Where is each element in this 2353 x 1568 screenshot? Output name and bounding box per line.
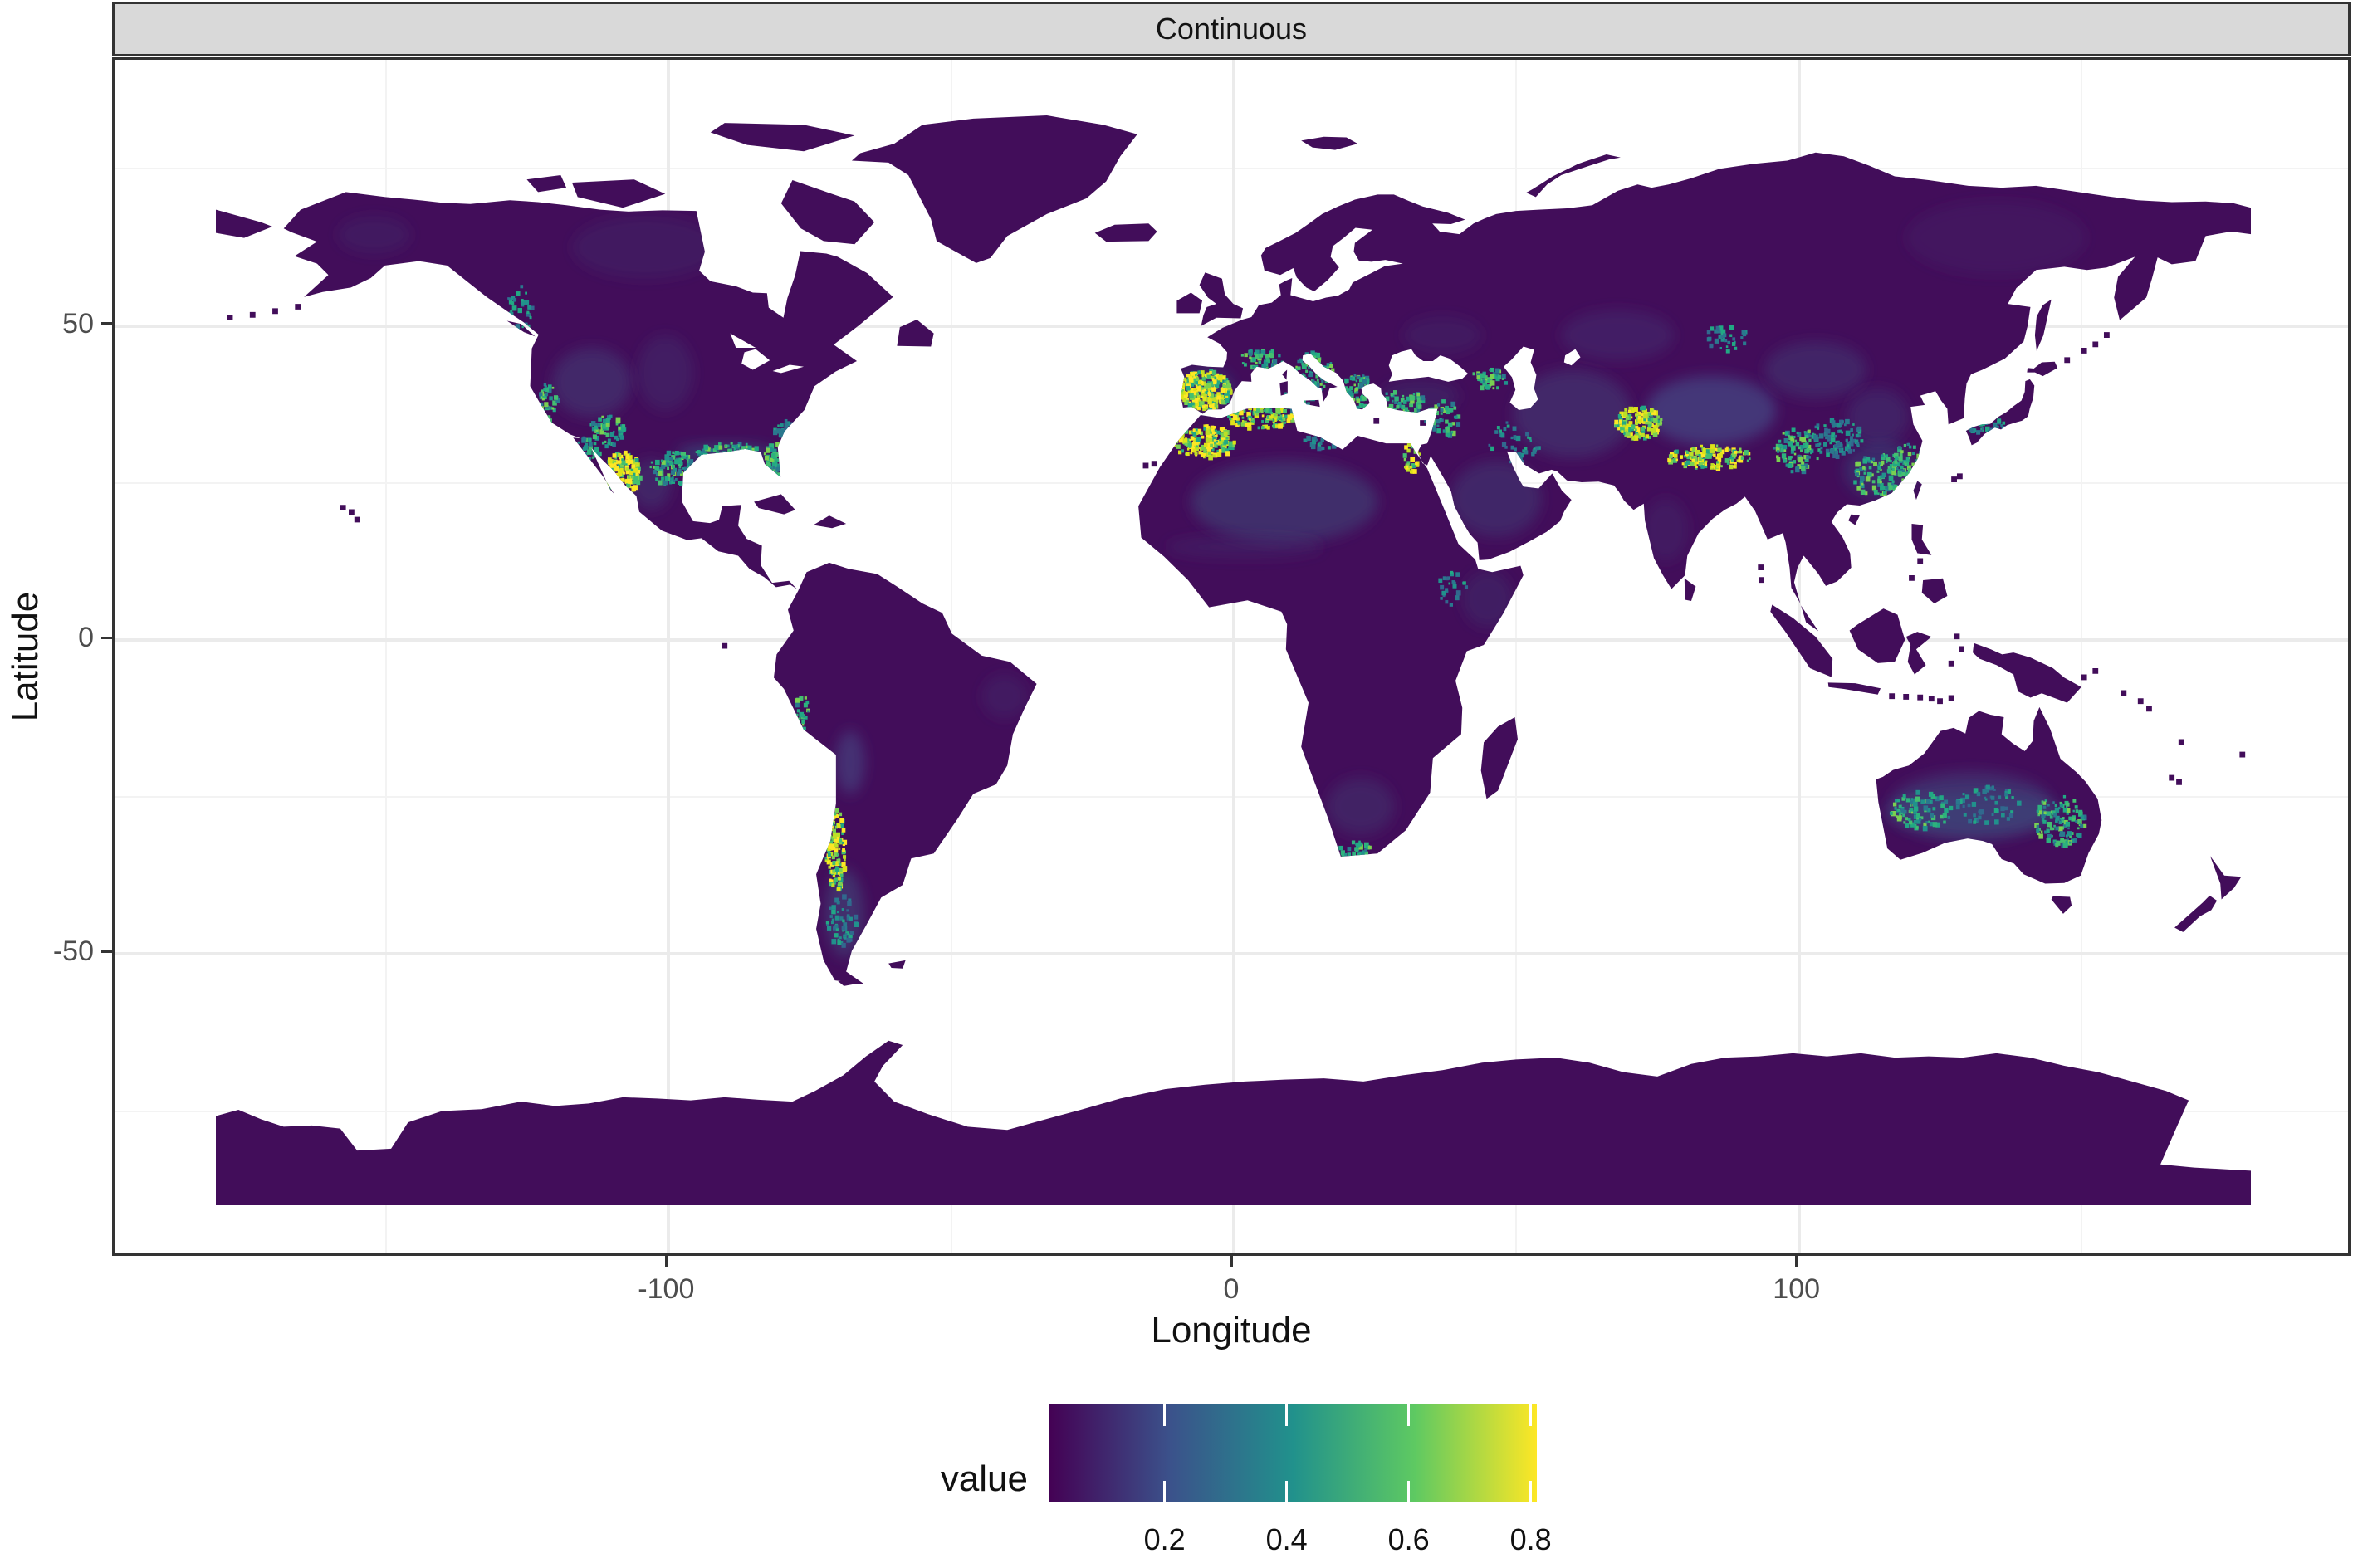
x-tick-mark	[1795, 1256, 1798, 1267]
terrain-patch-india-deccan	[1643, 498, 1689, 562]
y-tick-mark	[101, 950, 112, 953]
legend-tick-mark	[1163, 1481, 1167, 1502]
x-axis-title: Longitude	[1151, 1310, 1312, 1351]
terrain-patch-arabia	[1450, 461, 1542, 537]
y-tick-mark	[101, 636, 112, 639]
legend-tick-mark	[1407, 1404, 1411, 1426]
x-tick-label: 100	[1773, 1273, 1821, 1305]
legend-tick-mark	[1285, 1481, 1289, 1502]
legend-tick-label: 0.6	[1387, 1522, 1430, 1556]
terrain-patch-altiplano	[835, 730, 865, 794]
terrain-patch-north-canada	[571, 216, 719, 279]
x-tick-mark	[664, 1256, 668, 1267]
legend-tick-label: 0.2	[1143, 1522, 1186, 1556]
legend-tick-mark	[1407, 1481, 1411, 1502]
plot-panel	[112, 57, 2351, 1256]
legend-tick-mark	[1285, 1404, 1289, 1426]
terrain-patch-sahel	[1165, 535, 1324, 559]
terrain-patch-southern-africa	[1326, 778, 1395, 835]
legend-tick-label: 0.8	[1509, 1522, 1552, 1556]
terrain-patch-ukraine-steppe	[1402, 316, 1483, 354]
plot-canvas: Continuous -100 0 100 50 0 -50 Longitude Lati…	[0, 0, 2353, 1568]
terrain-patch-caatinga	[981, 674, 1027, 719]
world-raster-svg	[216, 115, 2251, 1205]
legend-tick-mark	[1529, 1404, 1533, 1426]
facet-strip-label: Continuous	[1155, 12, 1308, 46]
legend-tick-mark	[1163, 1404, 1167, 1426]
y-tick-mark	[101, 322, 112, 325]
x-tick-mark	[1230, 1256, 1233, 1267]
terrain-patch-great-plains	[637, 335, 694, 411]
y-tick-label: -50	[52, 935, 94, 968]
land-base	[216, 115, 2251, 1205]
x-tick-label: 0	[1223, 1273, 1240, 1305]
y-tick-label: 50	[62, 307, 94, 339]
terrain-patch-alaska-interior	[337, 216, 411, 254]
legend-colorbar	[1049, 1404, 1537, 1502]
terrain-patch-nw-us-basin	[552, 348, 632, 418]
legend-tick-mark	[1529, 1481, 1533, 1502]
terrain-patch-horn-somalia	[1462, 570, 1514, 628]
facet-strip: Continuous	[112, 2, 2351, 56]
terrain-patch-kazakh-steppe	[1561, 310, 1675, 361]
terrain-patch-east-siberia	[1905, 200, 2087, 276]
world-map	[216, 115, 2251, 1205]
y-axis-title: Latitude	[5, 591, 46, 722]
terrain-patch-gobi	[1764, 341, 1867, 398]
x-tick-label: -100	[638, 1273, 695, 1305]
terrain-patch-tibet	[1646, 376, 1777, 446]
legend-tick-label: 0.4	[1265, 1522, 1308, 1556]
terrain-patch-sahara	[1191, 461, 1378, 543]
legend-title: value	[940, 1458, 1028, 1499]
